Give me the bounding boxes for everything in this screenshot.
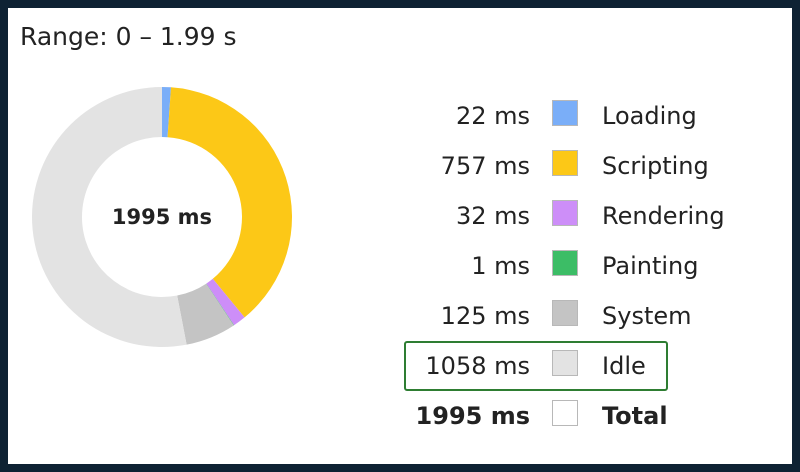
range-title: Range: 0 – 1.99 s	[20, 22, 237, 51]
legend-row-system: 125 ms System	[408, 294, 748, 344]
legend-row-painting: 1 ms Painting	[408, 244, 748, 294]
legend-value: 22 ms	[455, 102, 530, 130]
legend-value: 1995 ms	[415, 402, 530, 430]
legend-value: 1 ms	[471, 252, 530, 280]
legend-value: 32 ms	[455, 202, 530, 230]
legend-swatch-scripting	[552, 150, 578, 176]
legend-swatch-idle	[552, 350, 578, 376]
legend-row-rendering: 32 ms Rendering	[408, 194, 748, 244]
legend-label: Painting	[602, 252, 699, 280]
legend-row-total: 1995 ms Total	[408, 394, 748, 444]
legend-swatch-system	[552, 300, 578, 326]
summary-panel: Range: 0 – 1.99 s 1995 ms 22 ms Loading …	[8, 8, 792, 464]
legend-swatch-loading	[552, 100, 578, 126]
legend-label: Total	[602, 402, 668, 430]
legend-value: 125 ms	[440, 302, 530, 330]
legend-swatch-total	[552, 400, 578, 426]
legend-row-scripting: 757 ms Scripting	[408, 144, 748, 194]
legend-label: Loading	[602, 102, 697, 130]
legend-label: System	[602, 302, 692, 330]
legend-label: Idle	[602, 352, 646, 380]
legend-row-loading: 22 ms Loading	[408, 94, 748, 144]
legend-swatch-rendering	[552, 200, 578, 226]
donut-slice-scripting	[167, 87, 292, 318]
donut-chart	[32, 87, 292, 347]
legend: 22 ms Loading 757 ms Scripting 32 ms Ren…	[408, 94, 748, 444]
legend-label: Rendering	[602, 202, 725, 230]
legend-label: Scripting	[602, 152, 709, 180]
legend-swatch-painting	[552, 250, 578, 276]
legend-value: 757 ms	[440, 152, 530, 180]
legend-value: 1058 ms	[425, 352, 530, 380]
legend-row-idle: 1058 ms Idle	[408, 344, 748, 394]
